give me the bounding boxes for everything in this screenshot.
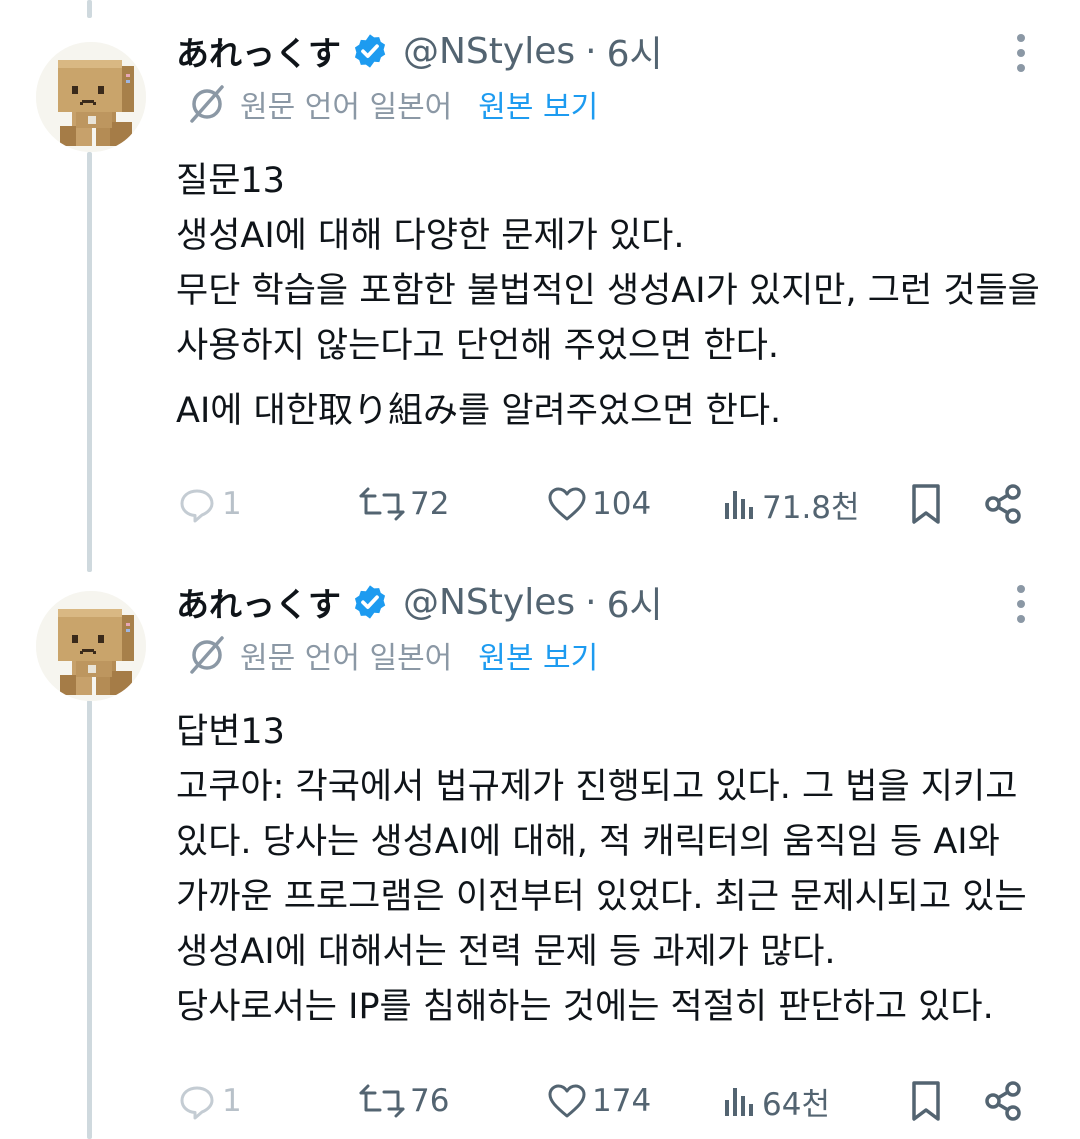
reply-icon bbox=[176, 483, 218, 525]
author-handle[interactable]: @NStyles bbox=[403, 31, 575, 72]
tweet-text: 질문13 생성AI에 대해 다양한 문제가 있다. 무단 학습을 포함한 불법적… bbox=[176, 154, 1056, 439]
share-icon bbox=[982, 1079, 1026, 1123]
like-button[interactable]: 174 bbox=[546, 1071, 651, 1131]
tweet-text-line: 질문13 bbox=[176, 161, 285, 201]
tweet-text-line: 고쿠아: 각국에서 법규제가 진행되고 있다. 그 법을 지키고 bbox=[176, 767, 1018, 807]
views-icon bbox=[722, 483, 758, 525]
repost-button[interactable]: 76 bbox=[358, 1071, 449, 1131]
tweet-actions: 1 72 104 71.8천 bbox=[0, 474, 1080, 534]
verified-badge-icon bbox=[351, 583, 389, 621]
tweet-text-line: 당사로서는 IP를 침해하는 것에는 적절히 판단하고 있다. bbox=[176, 987, 994, 1027]
reply-button[interactable]: 1 bbox=[176, 474, 242, 534]
avatar[interactable] bbox=[36, 42, 146, 152]
repost-button[interactable]: 72 bbox=[358, 474, 449, 534]
like-count: 174 bbox=[592, 1083, 652, 1119]
repost-icon bbox=[358, 1080, 406, 1122]
translation-label: 원문 언어 일본어 bbox=[240, 90, 453, 125]
reply-icon bbox=[176, 1080, 218, 1122]
like-button[interactable]: 104 bbox=[546, 474, 651, 534]
more-options-icon[interactable] bbox=[1006, 581, 1036, 627]
more-options-icon[interactable] bbox=[1006, 30, 1036, 76]
bookmark-button[interactable] bbox=[906, 1071, 946, 1131]
like-count: 104 bbox=[592, 486, 652, 522]
timestamp[interactable]: 6시 bbox=[607, 576, 663, 628]
avatar[interactable] bbox=[36, 591, 146, 701]
reply-count: 1 bbox=[222, 486, 242, 522]
share-icon bbox=[982, 482, 1026, 526]
tweet-text-line: AI에 대한取り組み를 알려주었으면 한다. bbox=[176, 391, 782, 431]
author-name[interactable]: あれっくす bbox=[176, 27, 341, 75]
translation-bar: 원문 언어 일본어 원본 보기 bbox=[186, 80, 598, 128]
repost-count: 72 bbox=[410, 486, 450, 522]
tweet-text-line: 생성AI에 대해서는 전력 문제 등 과제가 많다. bbox=[176, 932, 836, 972]
like-icon bbox=[546, 1080, 588, 1122]
views-button[interactable]: 64천 bbox=[722, 1071, 830, 1131]
bookmark-button[interactable] bbox=[906, 474, 946, 534]
tweet-header: あれっくす @NStyles · 6시 bbox=[176, 577, 663, 627]
share-button[interactable] bbox=[982, 1071, 1026, 1131]
show-original-link[interactable]: 원본 보기 bbox=[478, 82, 598, 126]
translate-icon bbox=[186, 83, 228, 125]
translate-icon bbox=[186, 634, 228, 676]
tweet-text-line: 사용하지 않는다고 단언해 주었으면 한다. bbox=[176, 326, 780, 366]
tweet[interactable]: あれっくす @NStyles · 6시 원문 언어 일본어 원본 보기 답변13 bbox=[0, 575, 1080, 1139]
repost-icon bbox=[358, 483, 406, 525]
tweet-text-line: 가까운 프로그램은 이전부터 있었다. 최근 문제시되고 있는 bbox=[176, 877, 1027, 917]
translation-label: 원문 언어 일본어 bbox=[240, 641, 453, 676]
views-button[interactable]: 71.8천 bbox=[722, 474, 860, 534]
tweet[interactable]: あれっくす @NStyles · 6시 원문 언어 일본어 원본 보기 질문13 bbox=[0, 24, 1080, 544]
verified-badge-icon bbox=[351, 32, 389, 70]
tweet-text-line: 답변13 bbox=[176, 712, 285, 752]
thread-line-top bbox=[87, 0, 92, 18]
tweet-text-line: 무단 학습을 포함한 불법적인 생성AI가 있지만, 그런 것들을 bbox=[176, 271, 1040, 311]
author-handle[interactable]: @NStyles bbox=[403, 582, 575, 623]
author-name[interactable]: あれっくす bbox=[176, 578, 341, 626]
views-count: 71.8천 bbox=[762, 489, 860, 526]
reply-count: 1 bbox=[222, 1083, 242, 1119]
show-original-link[interactable]: 원본 보기 bbox=[478, 633, 598, 677]
views-count: 64천 bbox=[762, 1086, 830, 1123]
tweet-text: 답변13 고쿠아: 각국에서 법규제가 진행되고 있다. 그 법을 지키고 있다… bbox=[176, 705, 1056, 1035]
tweet-text-line: 생성AI에 대해 다양한 문제가 있다. bbox=[176, 216, 685, 256]
share-button[interactable] bbox=[982, 474, 1026, 534]
tweet-header: あれっくす @NStyles · 6시 bbox=[176, 26, 663, 76]
bookmark-icon bbox=[906, 1079, 946, 1123]
timestamp[interactable]: 6시 bbox=[607, 25, 663, 77]
separator-dot: · bbox=[585, 30, 597, 72]
tweet-text-line: 있다. 당사는 생성AI에 대해, 적 캐릭터의 움직임 등 AI와 bbox=[176, 822, 1000, 862]
views-icon bbox=[722, 1080, 758, 1122]
like-icon bbox=[546, 483, 588, 525]
tweet-actions: 1 76 174 64천 bbox=[0, 1071, 1080, 1131]
separator-dot: · bbox=[585, 581, 597, 623]
translation-bar: 원문 언어 일본어 원본 보기 bbox=[186, 631, 598, 679]
bookmark-icon bbox=[906, 482, 946, 526]
reply-button[interactable]: 1 bbox=[176, 1071, 242, 1131]
repost-count: 76 bbox=[410, 1083, 450, 1119]
